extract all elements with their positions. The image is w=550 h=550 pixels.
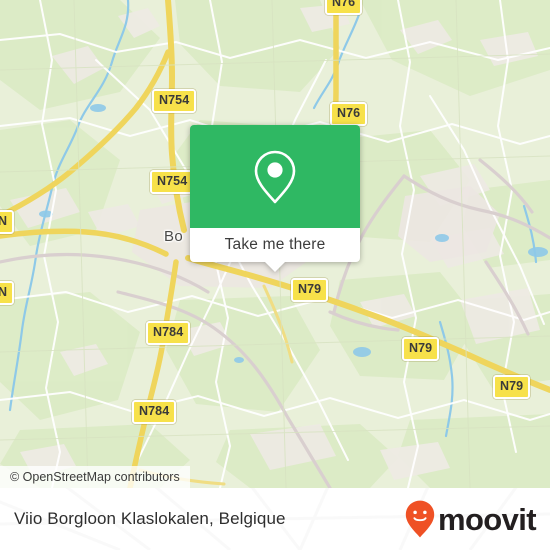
road-shield-n754-lower: N754: [150, 170, 195, 194]
road-shield-left-clipped-lower: N: [0, 281, 15, 305]
take-me-there-label: Take me there: [224, 236, 326, 253]
moovit-pin-smiley-icon: [405, 500, 435, 538]
road-shield-n79-west: N79: [291, 278, 329, 302]
road-shield-n79-east: N79: [493, 375, 531, 399]
road-shield-n79-mid: N79: [402, 337, 440, 361]
map-screenshot: Bo N754 N754 N76 N76 N79 N79 N79 N784 N7…: [0, 0, 550, 550]
attribution-text: © OpenStreetMap contributors: [10, 470, 180, 484]
popup-footer[interactable]: Take me there: [190, 228, 360, 262]
footer-bar: Viio Borgloon Klaslokalen, Belgique moov…: [0, 488, 550, 550]
road-shield-left-clipped-upper: N: [0, 210, 15, 234]
map-pin-icon: [254, 150, 296, 203]
map-attribution: © OpenStreetMap contributors: [0, 466, 190, 488]
location-popup[interactable]: Take me there: [190, 125, 360, 272]
moovit-wordmark: moovit: [437, 501, 537, 537]
road-shield-n784-upper: N784: [146, 321, 191, 345]
map-canvas[interactable]: Bo N754 N754 N76 N76 N79 N79 N79 N784 N7…: [0, 0, 550, 488]
road-shield-n76-top-clipped: N76: [325, 0, 363, 15]
road-shield-n76: N76: [330, 102, 368, 126]
moovit-brand[interactable]: moovit: [405, 500, 537, 538]
popup-header: [190, 125, 360, 228]
road-shield-n784-lower: N784: [132, 400, 177, 424]
page-title: Viio Borgloon Klaslokalen, Belgique: [14, 509, 286, 528]
popup-tail-pointer: [265, 262, 285, 272]
place-label-borgloon: Bo: [164, 228, 184, 245]
road-shield-n754-upper: N754: [152, 89, 197, 113]
